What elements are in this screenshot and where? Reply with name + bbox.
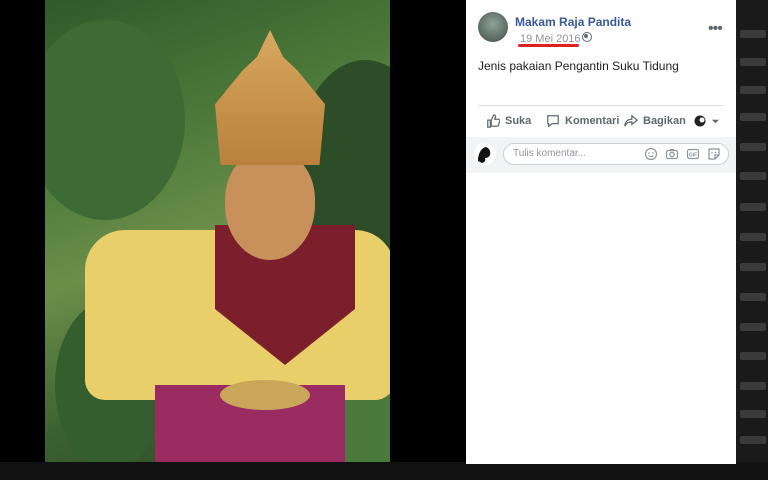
post-panel: Makam Raja Pandita 19 Mei 2016 · ••• Jen… xyxy=(466,0,736,464)
divider xyxy=(478,105,724,106)
thumbs-up-icon xyxy=(487,114,500,128)
comment-button[interactable]: Komentari xyxy=(546,108,619,134)
globe-icon[interactable] xyxy=(582,32,592,42)
camera-icon[interactable] xyxy=(665,147,679,161)
commenter-avatar[interactable] xyxy=(474,143,496,165)
author-name-link[interactable]: Makam Raja Pandita xyxy=(515,15,631,29)
share-label: Bagikan xyxy=(643,115,686,127)
background-sidebar xyxy=(736,0,768,480)
like-label: Suka xyxy=(505,115,532,127)
author-avatar[interactable] xyxy=(478,12,508,42)
date-highlight-underline xyxy=(518,44,579,47)
comment-placeholder: Tulis komentar... xyxy=(513,148,586,159)
comment-label: Komentari xyxy=(565,115,620,127)
photo-viewer xyxy=(0,0,466,480)
comment-composer: Tulis komentar... GIF xyxy=(466,137,736,173)
reaction-profile-selector[interactable] xyxy=(694,108,725,134)
chevron-down-icon xyxy=(711,119,720,123)
emoji-icon[interactable] xyxy=(644,147,658,161)
share-icon xyxy=(624,114,638,127)
comment-icon xyxy=(547,115,559,128)
comment-input[interactable]: Tulis komentar... GIF xyxy=(503,143,729,165)
like-button[interactable]: Suka xyxy=(486,108,531,134)
background-footer xyxy=(0,462,768,480)
svg-text:GIF: GIF xyxy=(689,152,697,158)
sticker-icon[interactable] xyxy=(707,147,721,161)
more-options-icon[interactable]: ••• xyxy=(708,20,723,38)
gif-icon[interactable]: GIF xyxy=(686,147,700,161)
share-button[interactable]: Bagikan xyxy=(624,108,686,134)
post-text: Jenis pakaian Pengantin Suku Tidung xyxy=(478,59,679,73)
profile-avatar-icon xyxy=(694,115,706,127)
post-photo[interactable] xyxy=(45,0,390,462)
action-bar: Suka Komentari Bagikan xyxy=(478,108,724,134)
post-header: Makam Raja Pandita 19 Mei 2016 · ••• xyxy=(478,12,728,48)
